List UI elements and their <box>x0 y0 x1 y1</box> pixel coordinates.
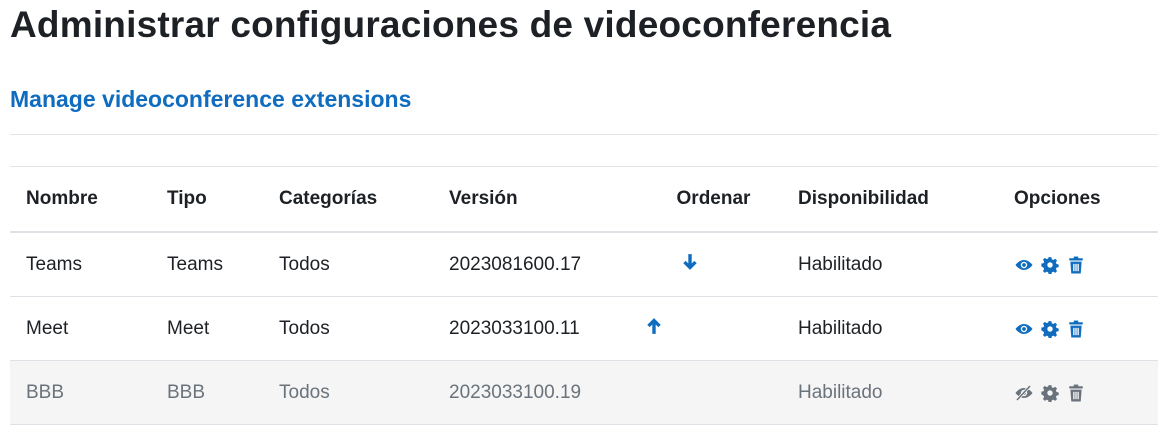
cell-type: BBB <box>151 360 263 425</box>
move-down-icon[interactable] <box>681 253 699 271</box>
divider <box>10 134 1158 135</box>
cell-categories: Todos <box>263 360 433 425</box>
header-availability: Disponibilidad <box>782 167 998 233</box>
cell-categories: Todos <box>263 232 433 297</box>
gear-icon[interactable] <box>1041 320 1059 338</box>
gear-icon[interactable] <box>1041 256 1059 274</box>
eye-icon[interactable] <box>1014 320 1033 338</box>
trash-icon[interactable] <box>1068 320 1086 338</box>
cell-categories: Todos <box>263 296 433 361</box>
cell-version: 2023081600.17 <box>433 232 645 297</box>
page-title: Administrar configuraciones de videoconf… <box>10 4 892 45</box>
table-row: BBB BBB Todos 2023033100.19 Habilitado <box>10 360 1158 425</box>
eye-icon[interactable] <box>1014 256 1033 274</box>
cell-name: Teams <box>10 232 151 297</box>
cell-version: 2023033100.19 <box>433 360 645 425</box>
cell-availability: Habilitado <box>782 232 998 297</box>
header-order: Ordenar <box>645 167 782 233</box>
table-header-row: Nombre Tipo Categorías Versión Ordenar D… <box>10 167 1158 233</box>
manage-extensions-link[interactable]: Manage videoconference extensions <box>10 86 411 113</box>
header-categories: Categorías <box>263 167 433 233</box>
move-up-icon[interactable] <box>645 317 663 335</box>
cell-name: BBB <box>10 360 151 425</box>
eye-slash-icon[interactable] <box>1014 384 1033 402</box>
trash-icon[interactable] <box>1068 384 1086 402</box>
extensions-table: Nombre Tipo Categorías Versión Ordenar D… <box>10 167 1158 425</box>
gear-icon[interactable] <box>1041 384 1059 402</box>
cell-order <box>645 232 782 297</box>
cell-options <box>998 296 1158 361</box>
cell-availability: Habilitado <box>782 296 998 361</box>
cell-name: Meet <box>10 296 151 361</box>
table-row: Meet Meet Todos 2023033100.11 Habilitado <box>10 296 1158 361</box>
cell-type: Meet <box>151 296 263 361</box>
cell-order <box>645 360 782 425</box>
cell-version: 2023033100.11 <box>433 296 645 361</box>
cell-availability: Habilitado <box>782 360 998 425</box>
header-options: Opciones <box>998 167 1158 233</box>
table-row: Teams Teams Todos 2023081600.17 Habilita… <box>10 232 1158 297</box>
cell-type: Teams <box>151 232 263 297</box>
cell-options <box>998 360 1158 425</box>
header-version: Versión <box>433 167 645 233</box>
header-name: Nombre <box>10 167 151 233</box>
cell-order <box>645 296 782 361</box>
trash-icon[interactable] <box>1068 256 1086 274</box>
header-type: Tipo <box>151 167 263 233</box>
cell-options <box>998 232 1158 297</box>
